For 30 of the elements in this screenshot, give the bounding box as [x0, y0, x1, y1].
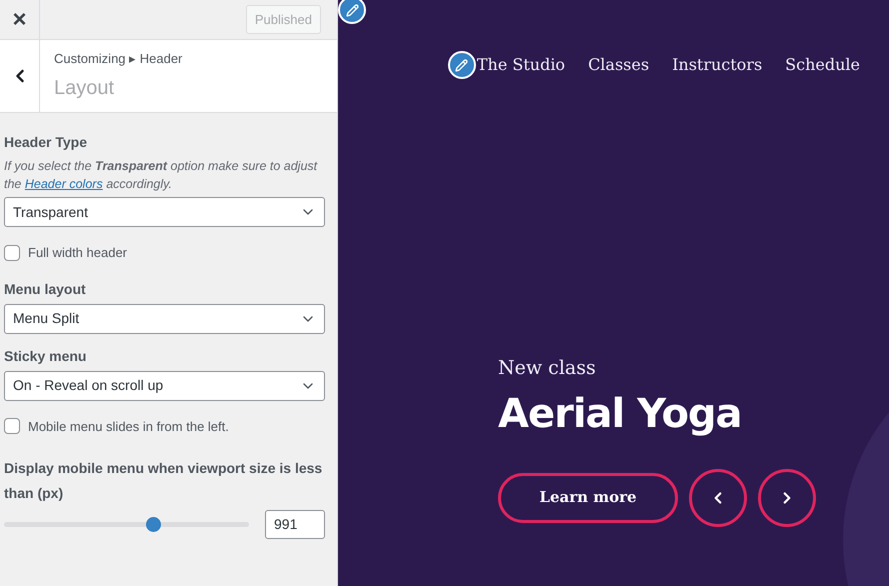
select-dropdown[interactable]: Menu Split [4, 304, 325, 334]
control-label: Header Type [4, 133, 88, 152]
slider-thumb[interactable] [146, 517, 162, 532]
control-label: Display mobile menu when viewport size is less than (px) [4, 459, 324, 503]
hero-title: Aerial Yoga [498, 390, 743, 438]
edit-pencil-icon[interactable] [448, 51, 476, 79]
previous-slide-button[interactable] [689, 468, 747, 526]
checkbox[interactable] [4, 244, 20, 261]
section-title: Layout [54, 76, 116, 101]
slider[interactable] [4, 517, 249, 532]
control-label: Sticky menu [4, 346, 88, 366]
checkbox-label: Full width header [28, 244, 127, 262]
nav-link[interactable]: Instructors [672, 53, 762, 77]
checkbox[interactable] [4, 418, 20, 434]
control-label: Menu layout [4, 280, 87, 299]
select-dropdown[interactable]: Transparent [4, 197, 325, 227]
edit-pencil-icon[interactable] [338, 0, 366, 24]
nav-link[interactable]: The Studio [476, 53, 566, 77]
checkbox-label: Mobile menu slides in from the left. [28, 418, 229, 436]
select-dropdown[interactable]: On - Reveal on scroll up [4, 370, 325, 400]
nav-link[interactable]: Schedule [785, 53, 860, 77]
next-slide-button[interactable] [758, 468, 816, 526]
nav-link[interactable]: Classes [588, 53, 650, 77]
close-button[interactable]: × [0, 0, 40, 39]
number-input-field[interactable]: 991 [265, 510, 325, 539]
breadcrumb: Customizing ▸ Header [54, 50, 182, 68]
hero-eyebrow: New class [498, 356, 597, 381]
header-colors-link[interactable]: Header colors [24, 177, 103, 191]
control-description: If you select the Transparent option make sure to adjust the Header colors accordingly. [4, 158, 318, 193]
learn-more-button[interactable]: Learn more [498, 472, 678, 522]
